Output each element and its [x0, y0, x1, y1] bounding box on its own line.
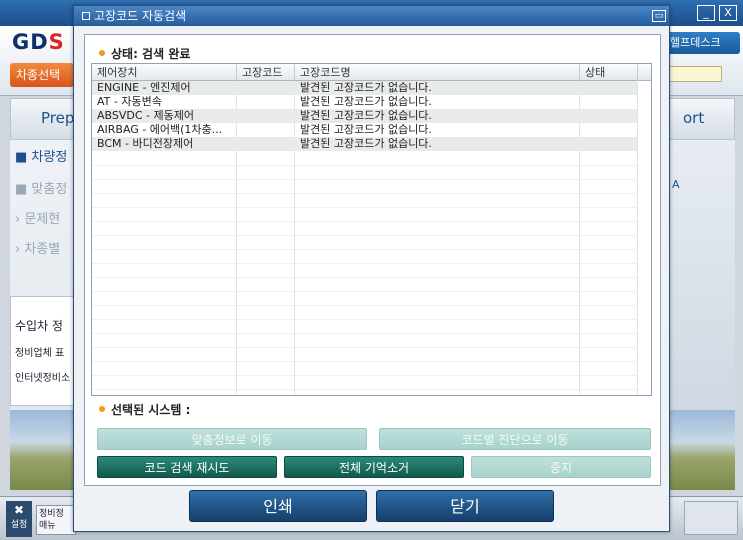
settings-button[interactable]: ✖ 설정 — [6, 501, 32, 537]
device-cell: AT - 자동변속 — [97, 95, 162, 108]
table-header: 제어장치 고장코드 고장코드명 상태 — [92, 64, 651, 81]
table-row[interactable]: AIRBAG - 에어백(1차충... 발견된 고장코드가 없습니다. — [92, 123, 637, 137]
state-cell — [580, 81, 637, 95]
table-row[interactable]: BCM - 바디전장제어 발견된 고장코드가 없습니다. — [92, 137, 637, 151]
clear-all-memory-button[interactable]: 전체 기억소거 — [284, 456, 464, 478]
column-header-device[interactable]: 제어장치 — [92, 64, 237, 81]
grid-line — [92, 193, 637, 194]
grid-line — [92, 347, 637, 348]
state-cell — [580, 95, 637, 109]
code-cell — [237, 81, 294, 95]
sidebar-item-custom[interactable]: ■ 맞춤정 — [15, 178, 75, 197]
code-cell — [237, 109, 294, 123]
taskbar-slot — [684, 501, 738, 535]
goto-custom-info-button[interactable]: 맞춤정보로 이동 — [97, 428, 367, 450]
dtc-search-dialog: 고장코드 자동검색 ▭ 상태: 검색 완료 제어장치 고장코드 고장코드명 상태… — [73, 5, 670, 532]
vehicle-info-field — [664, 66, 722, 82]
column-divider — [637, 81, 638, 395]
sidebar-item-vehicle[interactable]: ■ 차량정 — [15, 146, 75, 165]
code-name-cell: 발견된 고장코드가 없습니다. — [300, 109, 432, 122]
close-icon[interactable]: X — [719, 5, 737, 21]
grid-line — [92, 333, 637, 334]
column-header-state[interactable]: 상태 — [580, 64, 638, 81]
import-car-title: 수입차 정 — [15, 319, 63, 333]
grid-line — [92, 389, 637, 390]
state-cell — [580, 137, 637, 151]
status-line: 상태: 검색 완료 — [99, 45, 190, 62]
device-cell: ABSVDC - 제동제어 — [97, 109, 194, 122]
selected-dot-icon — [99, 406, 105, 412]
status-text: 상태: 검색 완료 — [111, 47, 191, 61]
code-cell — [237, 95, 294, 109]
selected-system-label: 선택된 시스템 : — [111, 403, 191, 417]
grid-line — [92, 277, 637, 278]
right-panel-text: A — [672, 178, 680, 191]
grid-line — [92, 179, 637, 180]
code-name-cell: 발견된 고장코드가 없습니다. — [300, 123, 432, 136]
code-name-cell: 발견된 고장코드가 없습니다. — [300, 137, 432, 150]
grid-line — [92, 291, 637, 292]
close-button[interactable]: 닫기 — [376, 490, 554, 522]
grid-line — [92, 319, 637, 320]
code-name-cell: 발견된 고장코드가 없습니다. — [300, 95, 432, 108]
grid-line — [92, 361, 637, 362]
grid-line — [92, 305, 637, 306]
device-cell: ENGINE - 엔진제어 — [97, 81, 191, 94]
column-header-code[interactable]: 고장코드 — [237, 64, 295, 81]
dialog-title: 고장코드 자동검색 — [94, 9, 187, 23]
import-car-box: 수입차 정 정비업체 표 인터넷정비소 — [10, 296, 74, 406]
right-panel: A — [670, 140, 735, 410]
goto-code-diagnosis-button[interactable]: 코드별 진단으로 이동 — [379, 428, 651, 450]
code-cell — [237, 137, 294, 151]
window-icon — [82, 12, 90, 20]
code-name-cell: 발견된 고장코드가 없습니다. — [300, 81, 432, 94]
table-row[interactable]: ENGINE - 엔진제어 발견된 고장코드가 없습니다. — [92, 81, 637, 95]
grid-line — [92, 263, 637, 264]
background-image-right — [670, 410, 735, 490]
gds-logo: GDS — [12, 30, 65, 54]
settings-label: 설정 — [10, 520, 28, 530]
helpdesk-button[interactable]: 헬프데스크 — [664, 32, 740, 54]
table-row[interactable]: ABSVDC - 제동제어 발견된 고장코드가 없습니다. — [92, 109, 637, 123]
grid-line — [92, 249, 637, 250]
grid-line — [92, 207, 637, 208]
retry-code-search-button[interactable]: 코드 검색 재시도 — [97, 456, 277, 478]
state-cell — [580, 123, 637, 137]
nav-prep[interactable]: Prep — [41, 109, 74, 127]
background-image — [10, 410, 74, 490]
minimize-icon[interactable]: _ — [697, 5, 715, 21]
grid-line — [92, 235, 637, 236]
dialog-title-bar: 고장코드 자동검색 ▭ — [74, 6, 669, 26]
grid-line — [92, 375, 637, 376]
state-cell — [580, 109, 637, 123]
nav-report[interactable]: ort — [683, 109, 704, 127]
import-car-line1[interactable]: 정비업체 표 — [11, 339, 73, 364]
grid-line — [92, 221, 637, 222]
import-car-line2[interactable]: 인터넷정비소 — [11, 364, 73, 389]
sidebar-item-model[interactable]: › 차종별 — [15, 238, 75, 257]
column-header-name[interactable]: 고장코드명 — [295, 64, 580, 81]
minimize-icon[interactable]: ▭ — [652, 10, 666, 22]
stop-button[interactable]: 중지 — [471, 456, 651, 478]
device-cell: AIRBAG - 에어백(1차충... — [97, 123, 223, 136]
code-cell — [237, 123, 294, 137]
sidebar-item-problem[interactable]: › 문제현 — [15, 208, 75, 227]
dtc-results-table: 제어장치 고장코드 고장코드명 상태 ENGINE - 엔진제어 발견된 고장코… — [91, 63, 652, 396]
table-row[interactable]: AT - 자동변속 발견된 고장코드가 없습니다. — [92, 95, 637, 109]
tools-icon: ✖ — [13, 503, 25, 517]
status-dot-icon — [99, 50, 105, 56]
grid-line — [92, 165, 637, 166]
dialog-content-panel: 상태: 검색 완료 제어장치 고장코드 고장코드명 상태 ENGINE - 엔진… — [84, 34, 661, 486]
selected-system-line: 선택된 시스템 : — [99, 401, 190, 418]
device-cell: BCM - 바디전장제어 — [97, 137, 194, 150]
taskbar-manual-button[interactable]: 정비정 매뉴 — [36, 505, 76, 535]
print-button[interactable]: 인쇄 — [189, 490, 367, 522]
vehicle-select-button[interactable]: 차종선택 — [10, 63, 74, 87]
